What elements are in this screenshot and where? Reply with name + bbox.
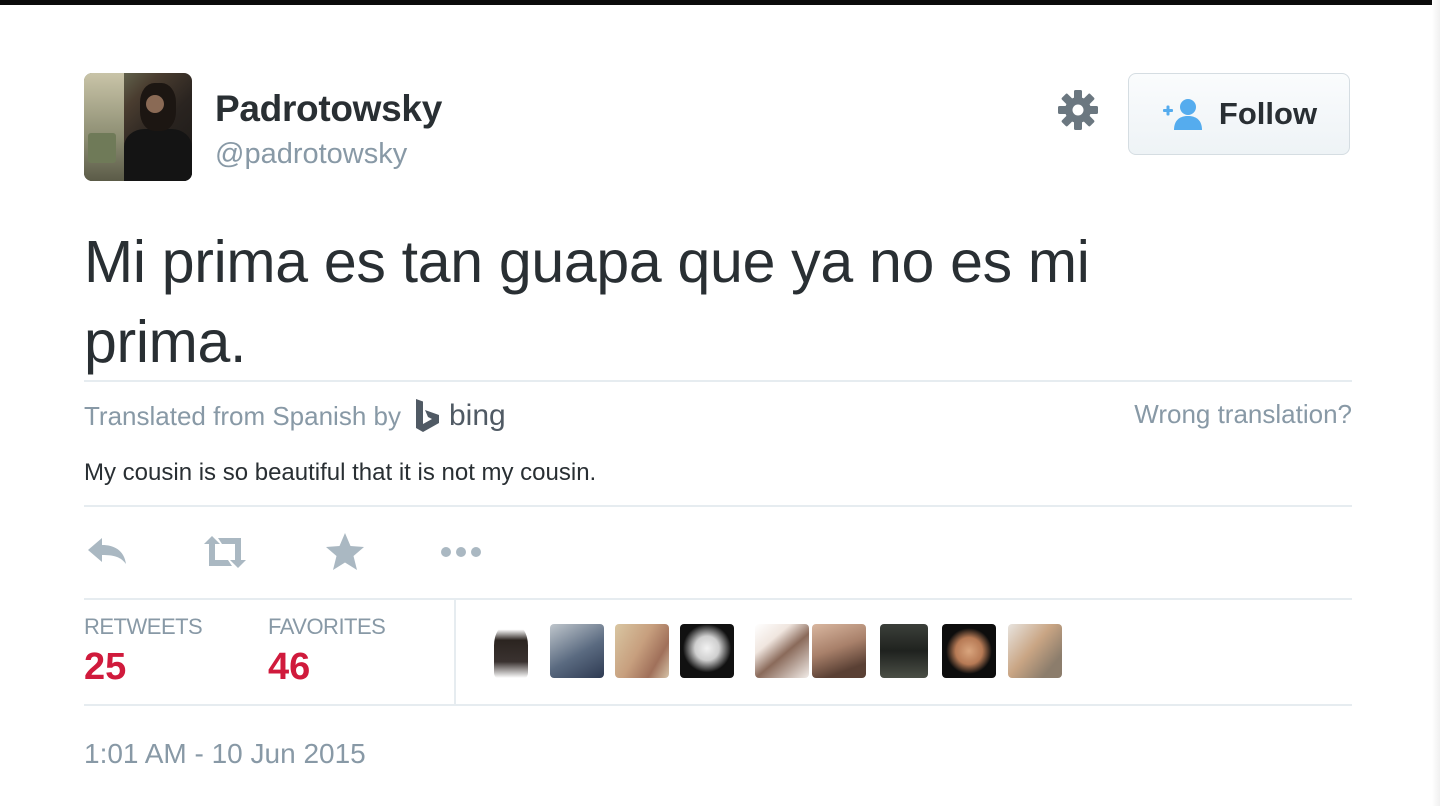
retweets-count[interactable]: 25 [84, 646, 126, 689]
favoriter-avatar[interactable] [942, 624, 996, 678]
translator-name[interactable]: bing [449, 399, 506, 433]
follow-button-label: Follow [1218, 96, 1318, 131]
translation-attribution: Translated from Spanish by bing [84, 397, 506, 435]
avatar-background [84, 73, 124, 181]
favorites-count[interactable]: 46 [268, 646, 310, 689]
avatar[interactable] [84, 73, 192, 181]
favoriter-avatar[interactable] [615, 624, 669, 678]
follow-button[interactable]: Follow [1128, 73, 1350, 155]
favorite-icon[interactable] [320, 530, 370, 574]
gear-icon[interactable] [1056, 88, 1100, 132]
translated-from-label: Translated from Spanish by [84, 400, 401, 431]
favoriter-avatar[interactable] [1008, 624, 1062, 678]
user-screen-name[interactable]: @padrotowsky [215, 138, 407, 171]
divider [84, 704, 1352, 706]
tweet-timestamp[interactable]: 1:01 AM - 10 Jun 2015 [84, 738, 366, 770]
avatar-body [124, 129, 192, 181]
favorites-label: FAVORITES [268, 614, 386, 639]
favoriter-avatar[interactable] [755, 624, 809, 678]
reply-icon[interactable] [84, 530, 134, 574]
retweets-label: RETWEETS [84, 614, 203, 639]
user-full-name[interactable]: Padrotowsky [215, 88, 442, 130]
divider [84, 598, 1352, 600]
favoriter-avatar[interactable] [812, 624, 866, 678]
divider [84, 380, 1352, 382]
favoriter-avatar[interactable] [680, 624, 734, 678]
window-right-edge [1432, 0, 1440, 806]
favoriter-avatar[interactable] [494, 624, 528, 678]
tweet-text: Mi prima es tan guapa que ya no es mi pr… [84, 229, 1090, 375]
tweet-card: Padrotowsky @padrotowsky Follow Mi prima… [84, 0, 1352, 806]
favoriter-avatar[interactable] [550, 624, 604, 678]
favoriter-avatar[interactable] [880, 624, 928, 678]
add-user-icon [1162, 99, 1202, 130]
translated-text: My cousin is so beautiful that it is not… [84, 459, 597, 486]
avatar-shelf [88, 133, 116, 163]
retweet-icon[interactable] [200, 530, 250, 574]
divider [84, 505, 1352, 507]
wrong-translation-link[interactable]: Wrong translation? [1134, 399, 1352, 430]
more-icon[interactable] [436, 530, 486, 574]
bing-logo-icon[interactable] [413, 397, 443, 435]
avatar-face [146, 95, 164, 113]
stats-divider [454, 600, 456, 704]
